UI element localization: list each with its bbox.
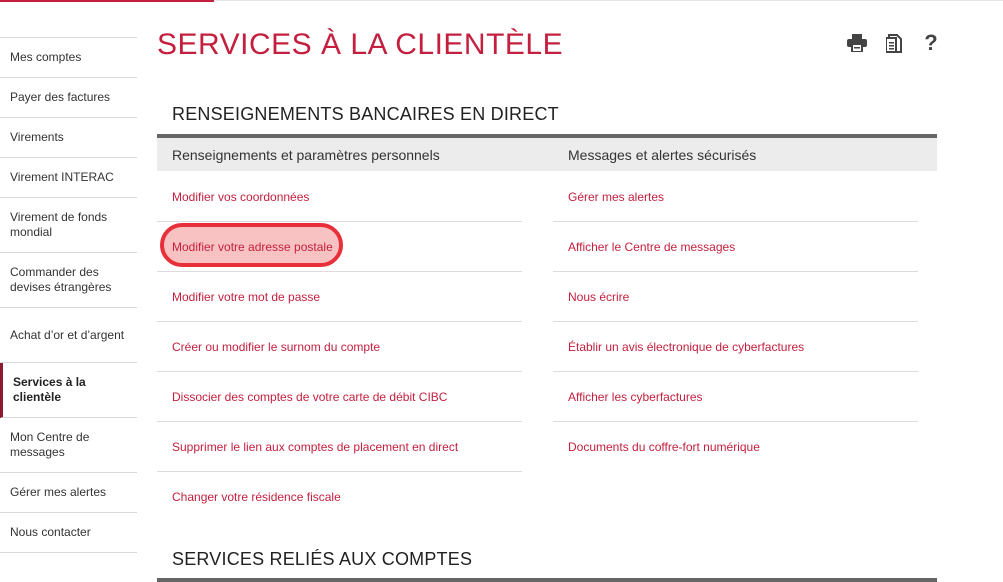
link-avis-cyberfactures[interactable]: Établir un avis électronique de cyberfac… bbox=[553, 340, 804, 354]
sidebar-item-achat-or-argent[interactable]: Achat d’or et d’argent bbox=[0, 308, 137, 363]
column-header-personal: Renseignements et paramètres personnels bbox=[172, 147, 440, 163]
link-modifier-adresse-postale[interactable]: Modifier votre adresse postale bbox=[157, 240, 333, 254]
list-item: Modifier votre mot de passe bbox=[157, 272, 522, 322]
column-header-messages: Messages et alertes sécurisés bbox=[568, 147, 757, 163]
sidebar-item-devises-etrangeres[interactable]: Commander des devises étrangères bbox=[0, 253, 137, 308]
link-supprimer-lien-placement[interactable]: Supprimer le lien aux comptes de placeme… bbox=[157, 440, 458, 454]
sidebar-item-virements[interactable]: Virements bbox=[0, 118, 137, 158]
link-residence-fiscale[interactable]: Changer votre résidence fiscale bbox=[157, 490, 341, 504]
document-icon[interactable] bbox=[883, 32, 905, 54]
list-item: Afficher le Centre de messages bbox=[553, 222, 918, 272]
top-accent-bar bbox=[0, 0, 214, 2]
list-item: Supprimer le lien aux comptes de placeme… bbox=[157, 422, 522, 472]
list-item: Dissocier des comptes de votre carte de … bbox=[157, 372, 522, 422]
top-divider bbox=[214, 0, 1003, 1]
section-title-accounts: SERVICES RELIÉS AUX COMPTES bbox=[172, 549, 473, 569]
link-dissocier-comptes[interactable]: Dissocier des comptes de votre carte de … bbox=[157, 390, 447, 404]
list-item: Établir un avis électronique de cyberfac… bbox=[553, 322, 918, 372]
link-modifier-coordonnees[interactable]: Modifier vos coordonnées bbox=[157, 190, 309, 204]
personal-settings-links: Modifier vos coordonnées Modifier votre … bbox=[157, 172, 522, 522]
link-centre-messages[interactable]: Afficher le Centre de messages bbox=[553, 240, 735, 254]
secure-messages-links: Gérer mes alertes Afficher le Centre de … bbox=[553, 172, 918, 472]
printer-icon[interactable] bbox=[846, 32, 868, 54]
sidebar-item-centre-messages[interactable]: Mon Centre de messages bbox=[0, 418, 137, 473]
link-coffre-fort-numerique[interactable]: Documents du coffre-fort numérique bbox=[553, 440, 760, 454]
sidebar-item-mes-comptes[interactable]: Mes comptes bbox=[0, 38, 137, 78]
section-bar-accounts bbox=[157, 578, 937, 582]
link-surnom-compte[interactable]: Créer ou modifier le surnom du compte bbox=[157, 340, 380, 354]
list-item: Nous écrire bbox=[553, 272, 918, 322]
sidebar-item-virement-interac[interactable]: Virement INTERAC bbox=[0, 158, 137, 198]
list-item: Créer ou modifier le surnom du compte bbox=[157, 322, 522, 372]
page-title: SERVICES À LA CLIENTÈLE bbox=[157, 28, 564, 61]
sidebar-item-payer-factures[interactable]: Payer des factures bbox=[0, 78, 137, 118]
link-nous-ecrire[interactable]: Nous écrire bbox=[553, 290, 629, 304]
link-gerer-alertes[interactable]: Gérer mes alertes bbox=[553, 190, 664, 204]
link-afficher-cyberfactures[interactable]: Afficher les cyberfactures bbox=[553, 390, 703, 404]
list-item: Afficher les cyberfactures bbox=[553, 372, 918, 422]
list-item: Gérer mes alertes bbox=[553, 172, 918, 222]
sidebar-item-nous-contacter[interactable]: Nous contacter bbox=[0, 513, 137, 553]
help-glyph: ? bbox=[924, 30, 938, 55]
help-icon[interactable]: ? bbox=[920, 32, 942, 54]
list-item: Modifier votre adresse postale bbox=[157, 222, 522, 272]
link-modifier-mot-de-passe[interactable]: Modifier votre mot de passe bbox=[157, 290, 320, 304]
list-item: Modifier vos coordonnées bbox=[157, 172, 522, 222]
list-item: Changer votre résidence fiscale bbox=[157, 472, 522, 522]
page-tools: ? bbox=[846, 32, 942, 54]
sidebar-item-virement-fonds-mondial[interactable]: Virement de fonds mondial bbox=[0, 198, 137, 253]
sidebar-item-services-clientele[interactable]: Services à la clientèle bbox=[0, 363, 137, 418]
section-title-banking: RENSEIGNEMENTS BANCAIRES EN DIRECT bbox=[172, 104, 559, 124]
sidebar-nav: Mes comptes Payer des factures Virements… bbox=[0, 37, 137, 553]
sidebar-item-gerer-alertes[interactable]: Gérer mes alertes bbox=[0, 473, 137, 513]
list-item: Documents du coffre-fort numérique bbox=[553, 422, 918, 472]
